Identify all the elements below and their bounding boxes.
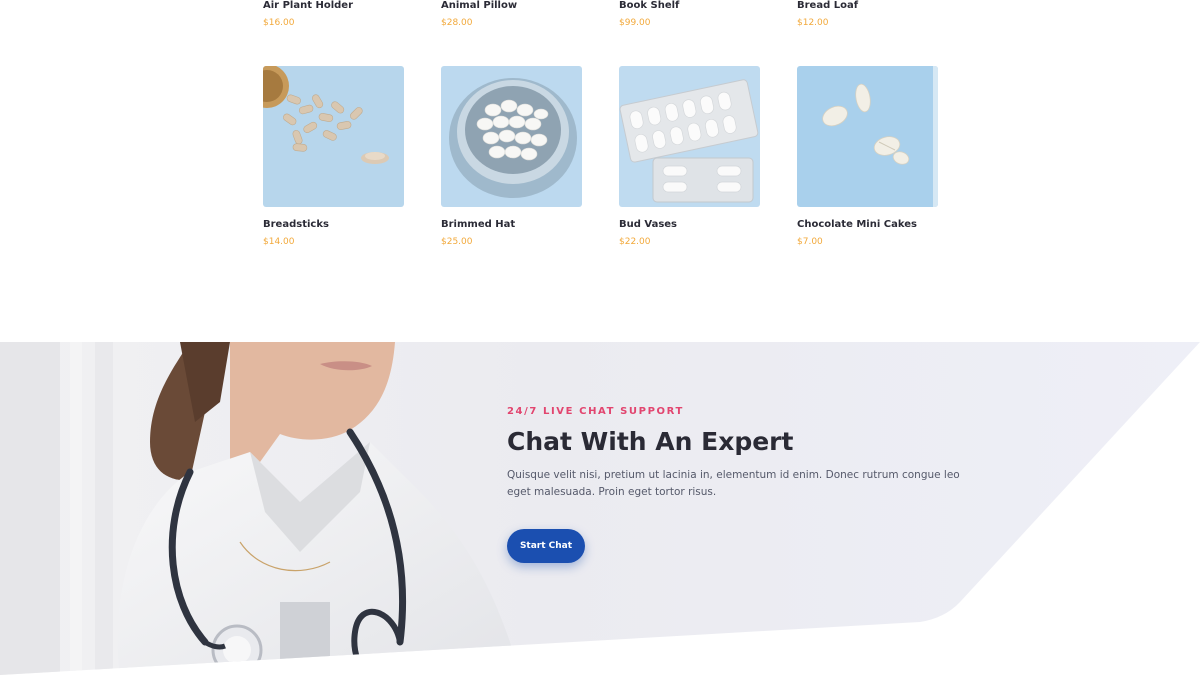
product-image[interactable] xyxy=(441,66,582,207)
product-price: $25.00 xyxy=(441,237,473,247)
product-grid: Air Plant Holder $16.00 Animal Pillow $2… xyxy=(0,0,1200,342)
tablets-image xyxy=(797,66,938,207)
product-name[interactable]: Animal Pillow xyxy=(441,0,583,12)
product-name[interactable]: Breadsticks xyxy=(263,219,405,231)
start-chat-button[interactable]: Start Chat xyxy=(507,529,585,563)
product-price: $28.00 xyxy=(441,18,473,28)
product-card[interactable]: Brimmed Hat $25.00 xyxy=(441,66,583,248)
product-price: $14.00 xyxy=(263,237,295,247)
product-card[interactable]: Chocolate Mini Cakes $7.00 xyxy=(797,66,939,248)
doctor-hero-image xyxy=(0,342,1200,675)
product-price: $22.00 xyxy=(619,237,651,247)
product-image[interactable] xyxy=(797,66,938,207)
product-name[interactable]: Air Plant Holder xyxy=(263,0,405,12)
chat-title: Chat With An Expert xyxy=(507,427,794,456)
chat-eyebrow: 24/7 LIVE CHAT SUPPORT xyxy=(507,406,684,417)
product-card[interactable]: Book Shelf $99.00 xyxy=(619,0,761,29)
page: Air Plant Holder $16.00 Animal Pillow $2… xyxy=(0,0,1200,675)
product-image[interactable] xyxy=(619,66,760,207)
product-name[interactable]: Brimmed Hat xyxy=(441,219,583,231)
product-price: $99.00 xyxy=(619,18,651,28)
product-image[interactable] xyxy=(263,66,404,207)
pill-bowl-image xyxy=(441,66,582,207)
product-name[interactable]: Book Shelf xyxy=(619,0,761,12)
product-name[interactable]: Bread Loaf xyxy=(797,0,939,12)
capsules-image xyxy=(263,66,404,207)
product-name[interactable]: Bud Vases xyxy=(619,219,761,231)
chat-description: Quisque velit nisi, pretium ut lacinia i… xyxy=(507,469,960,498)
product-card[interactable]: Animal Pillow $28.00 xyxy=(441,0,583,29)
product-card[interactable]: Breadsticks $14.00 xyxy=(263,66,405,248)
product-price: $7.00 xyxy=(797,237,823,247)
blister-pack-image xyxy=(619,66,760,207)
product-card[interactable]: Bud Vases $22.00 xyxy=(619,66,761,248)
product-card[interactable]: Air Plant Holder $16.00 xyxy=(263,0,405,29)
product-price: $16.00 xyxy=(263,18,295,28)
product-price: $12.00 xyxy=(797,18,829,28)
chat-section: 24/7 LIVE CHAT SUPPORT Chat With An Expe… xyxy=(0,342,1200,675)
product-card[interactable]: Bread Loaf $12.00 xyxy=(797,0,939,29)
product-name[interactable]: Chocolate Mini Cakes xyxy=(797,219,939,231)
